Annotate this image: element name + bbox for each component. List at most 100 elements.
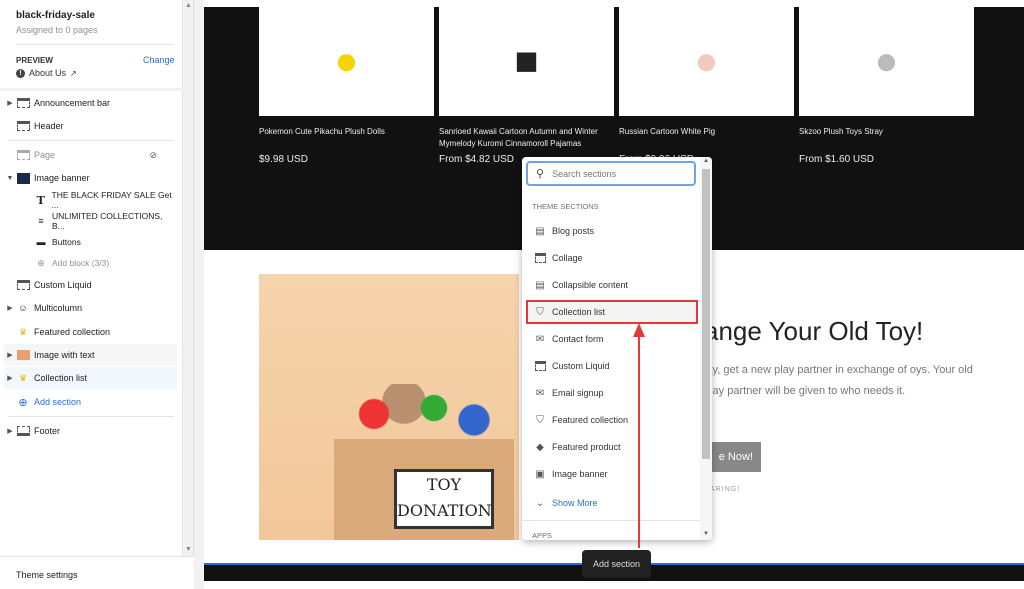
caret-right-icon[interactable]: ▶ [4, 374, 16, 382]
add-block-button[interactable]: ⊕ Add block (3/3) [4, 252, 177, 274]
section-page[interactable]: Page ⊘ [4, 144, 177, 166]
section-image-with-text[interactable]: ▶ Image with text [4, 344, 177, 366]
product-name[interactable]: Pokemon Cute Pikachu Plush Dolls [259, 126, 434, 150]
search-icon: ⚲ [536, 168, 545, 180]
option-collection-list[interactable]: ⛉ Collection list [526, 300, 698, 324]
option-featured-collection[interactable]: ⛉ Featured collection [526, 408, 698, 432]
caret-right-icon[interactable]: ▶ [4, 99, 16, 107]
product-card[interactable]: ●Russian Cartoon White PigFrom $9.96 USD [619, 7, 794, 165]
section-icon [534, 253, 546, 263]
option-email-signup[interactable]: ✉ Email signup [526, 381, 698, 405]
image-thumbnail-icon [16, 350, 30, 360]
paragraph-icon: ≡ [38, 216, 44, 226]
option-label: Collage [552, 253, 583, 263]
section-icon [16, 280, 30, 290]
option-label: Custom Liquid [552, 361, 610, 371]
option-featured-product[interactable]: ◆ Featured product [526, 435, 698, 459]
divider [16, 44, 174, 45]
annotation-arrowhead [633, 323, 645, 337]
show-more-button[interactable]: ⌄ Show More [526, 491, 698, 515]
section-multicolumn[interactable]: ▶ ☺ Multicolumn [4, 297, 177, 319]
option-custom-liquid[interactable]: Custom Liquid [526, 354, 698, 378]
tag-bag-icon: ⛉ [536, 306, 544, 318]
section-icon [534, 361, 546, 371]
apps-category-label: APPS [522, 520, 700, 540]
block-heading[interactable]: T THE BLACK FRIDAY SALE Get ... [4, 189, 177, 211]
item-label: Multicolumn [34, 303, 83, 313]
item-label: Footer [34, 426, 61, 436]
item-label: Collection list [34, 373, 88, 383]
caret-right-icon[interactable]: ▶ [4, 351, 16, 359]
product-image: ■ [439, 7, 614, 116]
image-thumbnail-icon [16, 172, 30, 184]
option-contact-form[interactable]: ✉ Contact form [526, 327, 698, 351]
product-card[interactable]: ■ Sanrioed Kawaii Cartoon Autumn and Wint… [439, 7, 614, 165]
plus-circle-icon: ⊕ [18, 396, 28, 409]
add-section-popup: ⚲ THEME SECTIONS ▤ Blog posts Collage ▤ Co… [522, 157, 712, 540]
cta-button[interactable]: e Now! [704, 442, 761, 472]
option-image-banner[interactable]: ▣ Image banner [526, 462, 698, 486]
section-text: lay, get a new play partner in exchange … [704, 364, 973, 397]
product-name[interactable]: Sanrioed Kawaii Cartoon Autumn and Winte… [439, 126, 614, 150]
item-label: Image with text [34, 350, 95, 360]
product-name[interactable]: Russian Cartoon White Pig [619, 126, 794, 150]
caret-right-icon[interactable]: ▶ [4, 304, 16, 312]
option-collage[interactable]: Collage [526, 246, 698, 270]
product-image: ● [619, 7, 794, 116]
item-label: Add section [34, 397, 82, 407]
preview-page[interactable]: ! About Us ↗ [16, 68, 77, 78]
toy-donation-image: TOY DONATION [259, 274, 519, 540]
section-featured-collection[interactable]: ♛ Featured collection [4, 321, 177, 343]
option-label: Contact form [552, 334, 604, 344]
block-text[interactable]: ≡ UNLIMITED COLLECTIONS, B... [4, 210, 177, 232]
option-label: Email signup [552, 388, 604, 398]
item-label: Featured collection [34, 327, 111, 337]
item-label: Page [34, 150, 56, 160]
image-icon: ▣ [535, 468, 545, 480]
search-field[interactable]: ⚲ [526, 161, 696, 186]
product-card[interactable]: ● Skzoo Plush Toys Stray From $1.60 USD [799, 7, 974, 165]
image-label-text: TOY DONATION [394, 469, 494, 529]
theme-settings-button[interactable]: Theme settings [0, 556, 194, 589]
divider [0, 88, 183, 91]
section-image-banner[interactable]: ▼ Image banner [4, 167, 177, 189]
chevron-down-icon: ⌄ [535, 497, 545, 509]
search-input[interactable] [552, 168, 673, 179]
sidebar: black-friday-sale Assigned to 0 pages PR… [0, 0, 183, 589]
external-link-icon: ↗ [70, 68, 77, 78]
caret-down-icon[interactable]: ▼ [4, 175, 16, 182]
block-buttons[interactable]: ▬ Buttons [4, 231, 177, 253]
change-preview-link[interactable]: Change [143, 55, 175, 65]
divider [8, 416, 174, 417]
section-custom-liquid[interactable]: Custom Liquid [4, 274, 177, 296]
blog-icon: ▤ [535, 225, 545, 237]
caret-right-icon[interactable]: ▶ [4, 427, 16, 435]
template-name: black-friday-sale [16, 10, 95, 21]
tag-icon: ◆ [536, 441, 544, 453]
product-image: ● [259, 7, 434, 116]
product-price: From $1.60 USD [799, 154, 875, 165]
item-label: Header [34, 121, 64, 131]
add-section-button[interactable]: ⊕ Add section [4, 391, 177, 413]
section-collection-list[interactable]: ▶ ♛ Collection list [4, 367, 177, 389]
envelope-icon: ✉ [535, 387, 545, 399]
product-name[interactable]: Skzoo Plush Toys Stray [799, 126, 974, 150]
section-footer[interactable]: ▶ Footer [4, 420, 177, 442]
section-announcement-bar[interactable]: ▶ Announcement bar [4, 92, 177, 114]
product-card[interactable]: ● Pokemon Cute Pikachu Plush Dolls $9.98 U… [259, 7, 434, 165]
info-icon: ! [16, 68, 25, 78]
pikachu-thumbnail-icon: ♛ [18, 372, 28, 383]
item-label: Add block (3/3) [52, 258, 110, 268]
option-label: Collection list [552, 307, 606, 317]
option-label: Show More [552, 498, 598, 508]
section-header[interactable]: Header [4, 115, 177, 137]
product-image: ● [799, 7, 974, 116]
sidebar-scrollbar[interactable]: ▲ ▼ [183, 0, 194, 556]
option-collapsible-content[interactable]: ▤ Collapsible content [526, 273, 698, 297]
assigned-count: Assigned to 0 pages [16, 25, 98, 35]
section-icon [16, 98, 30, 108]
section-icon [16, 150, 30, 160]
option-blog-posts[interactable]: ▤ Blog posts [526, 219, 698, 243]
popup-scrollbar[interactable]: ▲ ▼ [700, 157, 712, 540]
hidden-eye-icon[interactable]: ⊘ [149, 150, 157, 161]
